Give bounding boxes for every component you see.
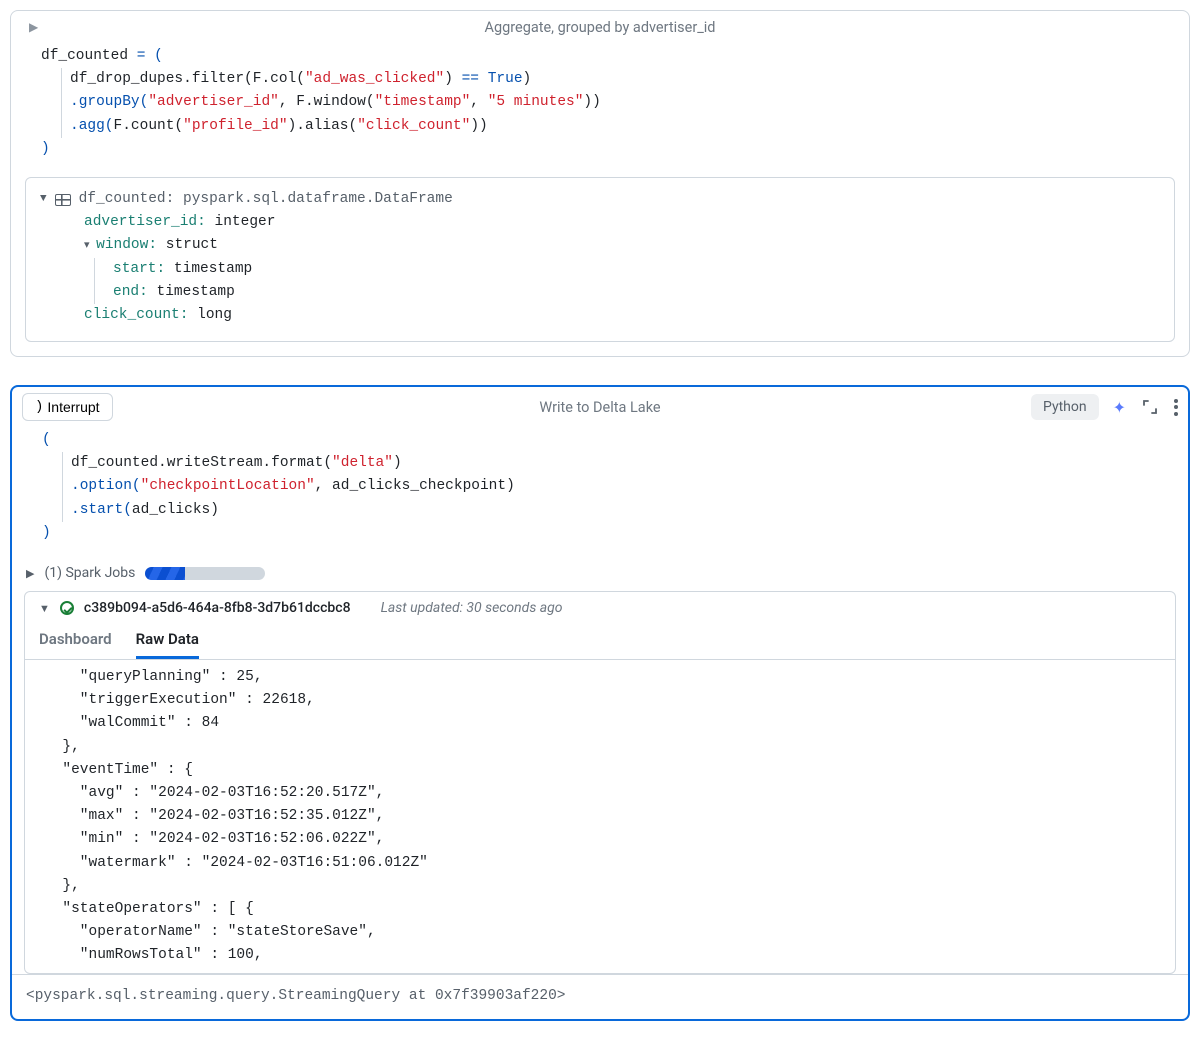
collapse-caret-icon[interactable]: ▾ — [84, 240, 96, 252]
cell-result-repr: <pyspark.sql.streaming.query.StreamingQu… — [12, 974, 1188, 1018]
stream-tabs: Dashboard Raw Data — [25, 620, 1175, 660]
code-token: ) — [42, 522, 1172, 545]
code-token: .option( — [71, 478, 141, 494]
code-token: )) — [470, 118, 487, 134]
schema-field-type: struct — [157, 237, 218, 253]
expand-icon[interactable] — [1142, 399, 1158, 415]
code-token: ) — [210, 502, 219, 518]
schema-field: end: — [113, 284, 148, 300]
assistant-sparkle-icon[interactable]: ✦ — [1113, 398, 1126, 417]
code-token: ) — [41, 138, 1173, 161]
code-token: .writeStream.format( — [158, 455, 332, 471]
schema-field: window: — [96, 237, 157, 253]
code-token: ad_clicks — [132, 502, 210, 518]
interrupt-label: Interrupt — [47, 399, 99, 415]
notebook-cell-aggregate: ▶ Aggregate, grouped by advertiser_id df… — [10, 10, 1190, 357]
spark-jobs-row[interactable]: ▶ (1) Spark Jobs — [12, 561, 1188, 591]
code-token: .count( — [122, 118, 183, 134]
code-token: F — [114, 118, 123, 134]
language-selector[interactable]: Python — [1031, 394, 1099, 420]
dataframe-icon — [55, 194, 71, 206]
collapse-caret-icon[interactable]: ▼ — [40, 191, 47, 209]
code-token: .start( — [71, 502, 132, 518]
code-token: "click_count" — [357, 118, 470, 134]
code-token: df_drop_dupes — [70, 71, 183, 87]
stream-ok-icon — [60, 601, 74, 615]
schema-field: start: — [113, 261, 165, 277]
code-token: ) — [393, 455, 402, 471]
cell-header: ) Interrupt Write to Delta Lake Python ✦ — [12, 387, 1188, 425]
notebook-cell-write-delta: ) Interrupt Write to Delta Lake Python ✦… — [10, 385, 1190, 1021]
schema-field: advertiser_id: — [84, 214, 206, 230]
code-token: "ad_was_clicked" — [305, 71, 444, 87]
stream-status-row[interactable]: ▼ c389b094-a5d6-464a-8fb8-3d7b61dccbc8 L… — [25, 592, 1175, 620]
cell-title: Write to Delta Lake — [12, 399, 1188, 416]
stream-id: c389b094-a5d6-464a-8fb8-3d7b61dccbc8 — [84, 600, 351, 616]
code-token: .agg( — [70, 118, 114, 134]
code-token: .groupBy( — [70, 94, 148, 110]
code-token: .col( — [261, 71, 305, 87]
expand-caret-icon[interactable]: ▶ — [26, 567, 34, 580]
spark-jobs-label: (1) Spark Jobs — [44, 565, 135, 581]
tab-dashboard[interactable]: Dashboard — [39, 630, 112, 659]
raw-data-output[interactable]: "queryPlanning" : 25, "triggerExecution"… — [35, 660, 1165, 973]
code-token: == — [462, 71, 479, 87]
schema-field-type: timestamp — [165, 261, 252, 277]
kebab-menu-icon[interactable] — [1174, 399, 1178, 416]
schema-field-type: timestamp — [148, 284, 235, 300]
code-token: "checkpointLocation" — [141, 478, 315, 494]
run-cell-icon[interactable]: ▶ — [29, 20, 38, 34]
code-token: "5 minutes" — [488, 94, 584, 110]
tab-raw-data[interactable]: Raw Data — [136, 630, 199, 659]
schema-type: pyspark.sql.dataframe.DataFrame — [183, 191, 453, 207]
code-token: .filter( — [183, 71, 253, 87]
code-token: )) — [583, 94, 600, 110]
code-token: , F.window( — [279, 94, 375, 110]
code-token: , — [470, 94, 487, 110]
schema-field: click_count: — [84, 307, 188, 323]
cell-header: ▶ Aggregate, grouped by advertiser_id — [11, 11, 1189, 41]
progress-bar — [145, 567, 265, 580]
code-token: df_counted — [41, 48, 137, 64]
schema-var: df_counted: — [79, 191, 183, 207]
last-updated: Last updated: 30 seconds ago — [381, 600, 563, 616]
code-token: "advertiser_id" — [148, 94, 279, 110]
schema-field-type: long — [188, 307, 232, 323]
output-schema: ▼ df_counted: pyspark.sql.dataframe.Data… — [25, 177, 1175, 342]
code-token: ) — [523, 71, 532, 87]
code-token: = ( — [137, 48, 163, 64]
code-token: "timestamp" — [375, 94, 471, 110]
code-token: ) — [444, 71, 461, 87]
code-editor[interactable]: ( df_counted.writeStream.format("delta")… — [12, 425, 1188, 561]
code-token: "delta" — [332, 455, 393, 471]
code-token: ( — [42, 429, 1172, 452]
interrupt-button[interactable]: ) Interrupt — [22, 393, 113, 421]
code-token: True — [488, 71, 523, 87]
spinner-icon: ) — [35, 399, 43, 415]
code-token: , ad_clicks_checkpoint) — [315, 478, 515, 494]
code-token: "profile_id" — [183, 118, 287, 134]
schema-field-type: integer — [206, 214, 276, 230]
code-token: ).alias( — [288, 118, 358, 134]
cell-title: Aggregate, grouped by advertiser_id — [11, 19, 1189, 36]
code-editor[interactable]: df_counted = ( df_drop_dupes.filter(F.co… — [11, 41, 1189, 177]
code-token: df_counted — [71, 455, 158, 471]
collapse-caret-icon[interactable]: ▼ — [39, 602, 50, 615]
code-token — [479, 71, 488, 87]
